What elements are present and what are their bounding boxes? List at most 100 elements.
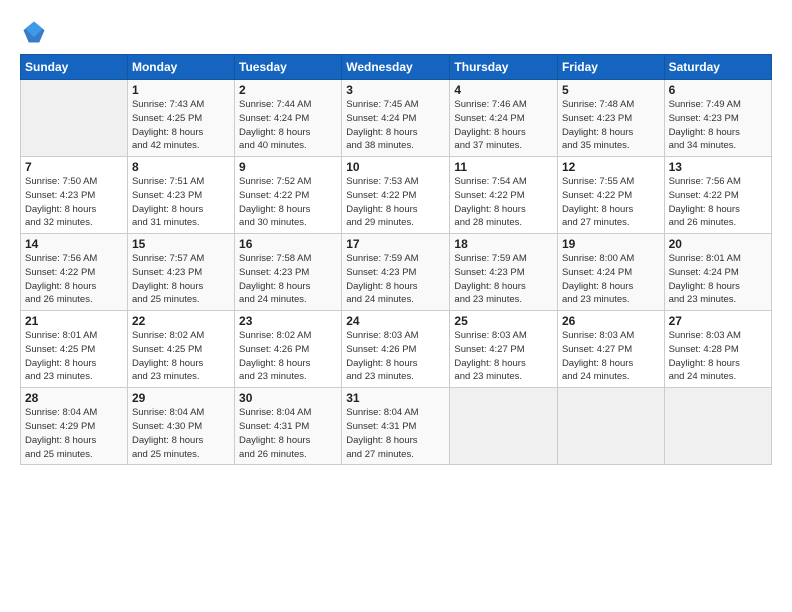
calendar-cell: 4Sunrise: 7:46 AMSunset: 4:24 PMDaylight… <box>450 80 558 157</box>
day-number: 9 <box>239 160 337 174</box>
weekday-header: Saturday <box>664 55 771 80</box>
calendar-cell: 6Sunrise: 7:49 AMSunset: 4:23 PMDaylight… <box>664 80 771 157</box>
day-number: 6 <box>669 83 767 97</box>
calendar-cell: 1Sunrise: 7:43 AMSunset: 4:25 PMDaylight… <box>127 80 234 157</box>
calendar-cell: 10Sunrise: 7:53 AMSunset: 4:22 PMDayligh… <box>342 157 450 234</box>
calendar-cell: 25Sunrise: 8:03 AMSunset: 4:27 PMDayligh… <box>450 311 558 388</box>
day-info: Sunrise: 7:44 AMSunset: 4:24 PMDaylight:… <box>239 98 337 153</box>
day-info: Sunrise: 8:02 AMSunset: 4:25 PMDaylight:… <box>132 329 230 384</box>
calendar-cell <box>450 388 558 465</box>
day-number: 19 <box>562 237 660 251</box>
calendar-cell: 30Sunrise: 8:04 AMSunset: 4:31 PMDayligh… <box>235 388 342 465</box>
calendar-week-row: 1Sunrise: 7:43 AMSunset: 4:25 PMDaylight… <box>21 80 772 157</box>
day-info: Sunrise: 8:03 AMSunset: 4:27 PMDaylight:… <box>562 329 660 384</box>
day-number: 27 <box>669 314 767 328</box>
calendar-cell <box>21 80 128 157</box>
day-info: Sunrise: 8:01 AMSunset: 4:25 PMDaylight:… <box>25 329 123 384</box>
day-info: Sunrise: 8:00 AMSunset: 4:24 PMDaylight:… <box>562 252 660 307</box>
calendar-cell: 27Sunrise: 8:03 AMSunset: 4:28 PMDayligh… <box>664 311 771 388</box>
calendar-cell: 13Sunrise: 7:56 AMSunset: 4:22 PMDayligh… <box>664 157 771 234</box>
day-info: Sunrise: 7:43 AMSunset: 4:25 PMDaylight:… <box>132 98 230 153</box>
calendar-cell: 16Sunrise: 7:58 AMSunset: 4:23 PMDayligh… <box>235 234 342 311</box>
calendar-cell: 22Sunrise: 8:02 AMSunset: 4:25 PMDayligh… <box>127 311 234 388</box>
calendar-cell: 14Sunrise: 7:56 AMSunset: 4:22 PMDayligh… <box>21 234 128 311</box>
day-number: 3 <box>346 83 445 97</box>
weekday-header: Wednesday <box>342 55 450 80</box>
weekday-header: Thursday <box>450 55 558 80</box>
day-info: Sunrise: 7:59 AMSunset: 4:23 PMDaylight:… <box>454 252 553 307</box>
calendar-cell: 26Sunrise: 8:03 AMSunset: 4:27 PMDayligh… <box>557 311 664 388</box>
day-number: 24 <box>346 314 445 328</box>
calendar-cell: 15Sunrise: 7:57 AMSunset: 4:23 PMDayligh… <box>127 234 234 311</box>
day-info: Sunrise: 7:53 AMSunset: 4:22 PMDaylight:… <box>346 175 445 230</box>
day-info: Sunrise: 7:56 AMSunset: 4:22 PMDaylight:… <box>25 252 123 307</box>
day-number: 7 <box>25 160 123 174</box>
calendar-cell: 21Sunrise: 8:01 AMSunset: 4:25 PMDayligh… <box>21 311 128 388</box>
day-info: Sunrise: 7:45 AMSunset: 4:24 PMDaylight:… <box>346 98 445 153</box>
calendar-cell: 29Sunrise: 8:04 AMSunset: 4:30 PMDayligh… <box>127 388 234 465</box>
calendar-cell: 20Sunrise: 8:01 AMSunset: 4:24 PMDayligh… <box>664 234 771 311</box>
day-number: 14 <box>25 237 123 251</box>
day-info: Sunrise: 7:51 AMSunset: 4:23 PMDaylight:… <box>132 175 230 230</box>
calendar-cell: 23Sunrise: 8:02 AMSunset: 4:26 PMDayligh… <box>235 311 342 388</box>
logo <box>20 18 52 46</box>
calendar: SundayMondayTuesdayWednesdayThursdayFrid… <box>20 54 772 465</box>
calendar-cell: 7Sunrise: 7:50 AMSunset: 4:23 PMDaylight… <box>21 157 128 234</box>
day-number: 22 <box>132 314 230 328</box>
weekday-header: Friday <box>557 55 664 80</box>
weekday-header: Sunday <box>21 55 128 80</box>
day-number: 8 <box>132 160 230 174</box>
day-number: 20 <box>669 237 767 251</box>
day-info: Sunrise: 7:54 AMSunset: 4:22 PMDaylight:… <box>454 175 553 230</box>
calendar-cell: 17Sunrise: 7:59 AMSunset: 4:23 PMDayligh… <box>342 234 450 311</box>
calendar-cell: 8Sunrise: 7:51 AMSunset: 4:23 PMDaylight… <box>127 157 234 234</box>
day-number: 4 <box>454 83 553 97</box>
day-info: Sunrise: 8:03 AMSunset: 4:28 PMDaylight:… <box>669 329 767 384</box>
day-number: 28 <box>25 391 123 405</box>
day-info: Sunrise: 8:04 AMSunset: 4:31 PMDaylight:… <box>346 406 445 461</box>
calendar-cell: 9Sunrise: 7:52 AMSunset: 4:22 PMDaylight… <box>235 157 342 234</box>
calendar-cell: 31Sunrise: 8:04 AMSunset: 4:31 PMDayligh… <box>342 388 450 465</box>
day-info: Sunrise: 7:58 AMSunset: 4:23 PMDaylight:… <box>239 252 337 307</box>
day-number: 25 <box>454 314 553 328</box>
day-info: Sunrise: 8:03 AMSunset: 4:27 PMDaylight:… <box>454 329 553 384</box>
calendar-week-row: 21Sunrise: 8:01 AMSunset: 4:25 PMDayligh… <box>21 311 772 388</box>
day-info: Sunrise: 7:57 AMSunset: 4:23 PMDaylight:… <box>132 252 230 307</box>
calendar-week-row: 28Sunrise: 8:04 AMSunset: 4:29 PMDayligh… <box>21 388 772 465</box>
day-number: 16 <box>239 237 337 251</box>
day-number: 17 <box>346 237 445 251</box>
day-number: 2 <box>239 83 337 97</box>
day-number: 31 <box>346 391 445 405</box>
day-info: Sunrise: 7:50 AMSunset: 4:23 PMDaylight:… <box>25 175 123 230</box>
calendar-cell: 2Sunrise: 7:44 AMSunset: 4:24 PMDaylight… <box>235 80 342 157</box>
day-number: 1 <box>132 83 230 97</box>
calendar-header-row: SundayMondayTuesdayWednesdayThursdayFrid… <box>21 55 772 80</box>
day-info: Sunrise: 8:04 AMSunset: 4:30 PMDaylight:… <box>132 406 230 461</box>
day-number: 10 <box>346 160 445 174</box>
day-number: 13 <box>669 160 767 174</box>
calendar-cell: 11Sunrise: 7:54 AMSunset: 4:22 PMDayligh… <box>450 157 558 234</box>
day-number: 21 <box>25 314 123 328</box>
day-info: Sunrise: 7:56 AMSunset: 4:22 PMDaylight:… <box>669 175 767 230</box>
day-number: 26 <box>562 314 660 328</box>
calendar-cell: 28Sunrise: 8:04 AMSunset: 4:29 PMDayligh… <box>21 388 128 465</box>
page-header <box>20 18 772 46</box>
calendar-cell <box>557 388 664 465</box>
day-info: Sunrise: 7:46 AMSunset: 4:24 PMDaylight:… <box>454 98 553 153</box>
day-info: Sunrise: 8:04 AMSunset: 4:29 PMDaylight:… <box>25 406 123 461</box>
calendar-cell: 24Sunrise: 8:03 AMSunset: 4:26 PMDayligh… <box>342 311 450 388</box>
day-number: 18 <box>454 237 553 251</box>
calendar-cell: 19Sunrise: 8:00 AMSunset: 4:24 PMDayligh… <box>557 234 664 311</box>
calendar-cell: 3Sunrise: 7:45 AMSunset: 4:24 PMDaylight… <box>342 80 450 157</box>
day-number: 12 <box>562 160 660 174</box>
calendar-week-row: 7Sunrise: 7:50 AMSunset: 4:23 PMDaylight… <box>21 157 772 234</box>
day-info: Sunrise: 8:02 AMSunset: 4:26 PMDaylight:… <box>239 329 337 384</box>
day-info: Sunrise: 7:48 AMSunset: 4:23 PMDaylight:… <box>562 98 660 153</box>
day-number: 11 <box>454 160 553 174</box>
day-info: Sunrise: 7:59 AMSunset: 4:23 PMDaylight:… <box>346 252 445 307</box>
day-number: 30 <box>239 391 337 405</box>
day-info: Sunrise: 8:04 AMSunset: 4:31 PMDaylight:… <box>239 406 337 461</box>
calendar-cell: 5Sunrise: 7:48 AMSunset: 4:23 PMDaylight… <box>557 80 664 157</box>
logo-icon <box>20 18 48 46</box>
day-info: Sunrise: 7:55 AMSunset: 4:22 PMDaylight:… <box>562 175 660 230</box>
